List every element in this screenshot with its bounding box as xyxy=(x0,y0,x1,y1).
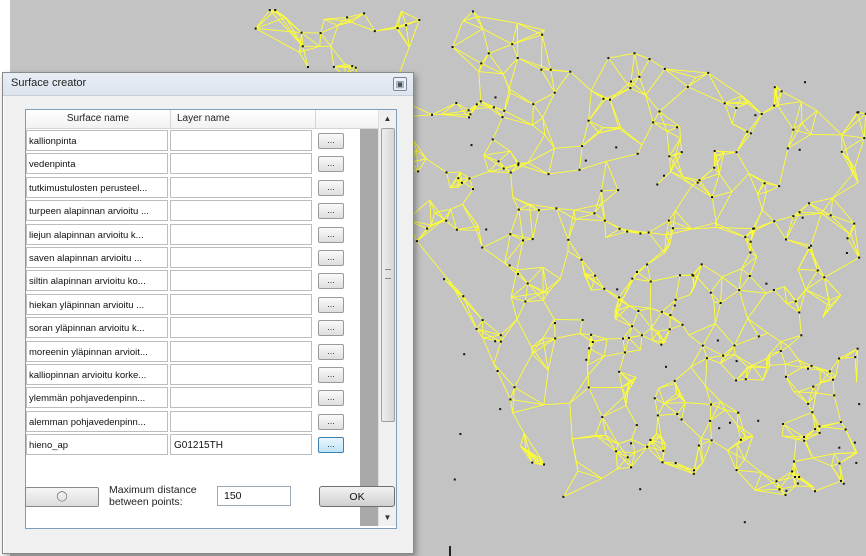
layer-name-cell[interactable] xyxy=(170,293,312,315)
layer-name-cell[interactable] xyxy=(170,410,312,432)
scrollbar-thumb[interactable] xyxy=(381,128,395,422)
layer-name-cell[interactable]: G01215TH xyxy=(170,434,312,456)
browse-layer-button[interactable]: ... xyxy=(318,179,344,196)
grid-scrollbar[interactable]: ▲ ▼ xyxy=(378,110,396,526)
axis-tick-mark xyxy=(449,546,451,556)
table-row[interactable]: soran yläpinnan arvioitu k...... xyxy=(26,317,360,339)
layer-name-cell[interactable] xyxy=(170,340,312,362)
table-row[interactable]: kalliopinnan arvioitu korke...... xyxy=(26,364,360,386)
layer-name-cell[interactable] xyxy=(170,247,312,268)
surface-name-cell[interactable]: siltin alapinnan arvioitu ko... xyxy=(26,270,168,292)
browse-layer-button[interactable]: ... xyxy=(318,296,344,313)
table-row[interactable]: moreenin yläpinnan arvioit...... xyxy=(26,340,360,363)
ok-button[interactable]: OK xyxy=(319,486,395,507)
scroll-down-arrow-icon[interactable]: ▼ xyxy=(380,510,395,525)
surface-name-cell[interactable]: vedenpinta xyxy=(26,153,168,175)
browse-layer-button[interactable]: ... xyxy=(318,133,344,149)
table-row[interactable]: kallionpinta... xyxy=(26,130,360,152)
dialog-title: Surface creator xyxy=(11,77,87,89)
browse-layer-button[interactable]: ... xyxy=(318,390,344,407)
browse-layer-button[interactable]: ... xyxy=(318,273,344,290)
table-row[interactable]: vedenpinta... xyxy=(26,153,360,175)
browse-layer-button[interactable]: ... xyxy=(318,413,344,430)
layer-name-cell[interactable] xyxy=(170,153,312,175)
table-row[interactable]: hiekan yläpinnan arvioitu ...... xyxy=(26,293,360,316)
browse-layer-button[interactable]: ... xyxy=(318,250,344,266)
surface-grid: Surface name Layer name kallionpinta... v… xyxy=(25,109,397,529)
surface-name-cell[interactable]: ylemmän pohjavedenpinn... xyxy=(26,387,168,409)
layer-name-cell[interactable] xyxy=(170,317,312,339)
browse-layer-button[interactable]: ... xyxy=(318,367,344,383)
layer-name-cell[interactable] xyxy=(170,130,312,151)
table-row[interactable]: saven alapinnan arvioitu ...... xyxy=(26,247,360,269)
scroll-up-arrow-icon[interactable]: ▲ xyxy=(380,111,395,126)
scrollbar-grip-icon xyxy=(385,269,391,279)
layer-name-cell[interactable] xyxy=(170,176,312,198)
surface-name-cell[interactable]: kalliopinnan arvioitu korke... xyxy=(26,364,168,385)
surface-name-cell[interactable]: saven alapinnan arvioitu ... xyxy=(26,247,168,268)
table-row[interactable]: siltin alapinnan arvioitu ko...... xyxy=(26,270,360,292)
table-row[interactable]: turpeen alapinnan arvioitu ...... xyxy=(26,200,360,222)
table-row[interactable]: hieno_ap G01215TH... xyxy=(26,434,360,456)
surface-name-cell[interactable]: hiekan yläpinnan arvioitu ... xyxy=(26,293,168,315)
layer-name-cell[interactable] xyxy=(170,364,312,385)
layer-name-cell[interactable] xyxy=(170,270,312,292)
layer-name-cell[interactable] xyxy=(170,200,312,222)
max-distance-label: Maximum distance between points: xyxy=(109,484,197,508)
column-header-surface-name[interactable]: Surface name xyxy=(26,110,171,128)
browse-layer-button[interactable]: ... xyxy=(318,320,344,337)
column-header-layer-name[interactable]: Layer name xyxy=(171,110,316,128)
layer-name-cell[interactable] xyxy=(170,387,312,409)
progress-button[interactable]: ◯ xyxy=(25,487,99,507)
surface-name-cell[interactable]: turpeen alapinnan arvioitu ... xyxy=(26,200,168,222)
grid-empty-column xyxy=(360,129,378,526)
browse-layer-button[interactable]: ... xyxy=(318,343,344,360)
browse-layer-button[interactable]: ... xyxy=(318,437,344,454)
surface-creator-dialog: Surface creator ▣ Surface name Layer nam… xyxy=(2,72,414,554)
browse-layer-button[interactable]: ... xyxy=(318,156,344,173)
grid-header: Surface name Layer name xyxy=(26,110,378,129)
table-row[interactable]: ylemmän pohjavedenpinn...... xyxy=(26,387,360,409)
surface-name-cell[interactable]: moreenin yläpinnan arvioit... xyxy=(26,340,168,362)
surface-name-cell[interactable]: hieno_ap xyxy=(26,434,168,456)
close-icon[interactable]: ▣ xyxy=(393,77,407,91)
layer-name-cell[interactable] xyxy=(170,223,312,245)
surface-name-cell[interactable]: kallionpinta xyxy=(26,130,168,151)
surface-name-cell[interactable]: soran yläpinnan arvioitu k... xyxy=(26,317,168,339)
dialog-titlebar[interactable]: Surface creator ▣ xyxy=(3,73,413,96)
table-row[interactable]: tutkimustulosten perusteel...... xyxy=(26,176,360,199)
surface-name-cell[interactable]: alemman pohjavedenpinn... xyxy=(26,410,168,432)
surface-name-cell[interactable]: liejun alapinnan arvioitu k... xyxy=(26,223,168,245)
table-row[interactable]: alemman pohjavedenpinn...... xyxy=(26,410,360,433)
max-distance-input[interactable]: 150 xyxy=(217,486,291,506)
surface-name-cell[interactable]: tutkimustulosten perusteel... xyxy=(26,176,168,198)
table-row[interactable]: liejun alapinnan arvioitu k...... xyxy=(26,223,360,246)
browse-layer-button[interactable]: ... xyxy=(318,226,344,243)
browse-layer-button[interactable]: ... xyxy=(318,203,344,220)
